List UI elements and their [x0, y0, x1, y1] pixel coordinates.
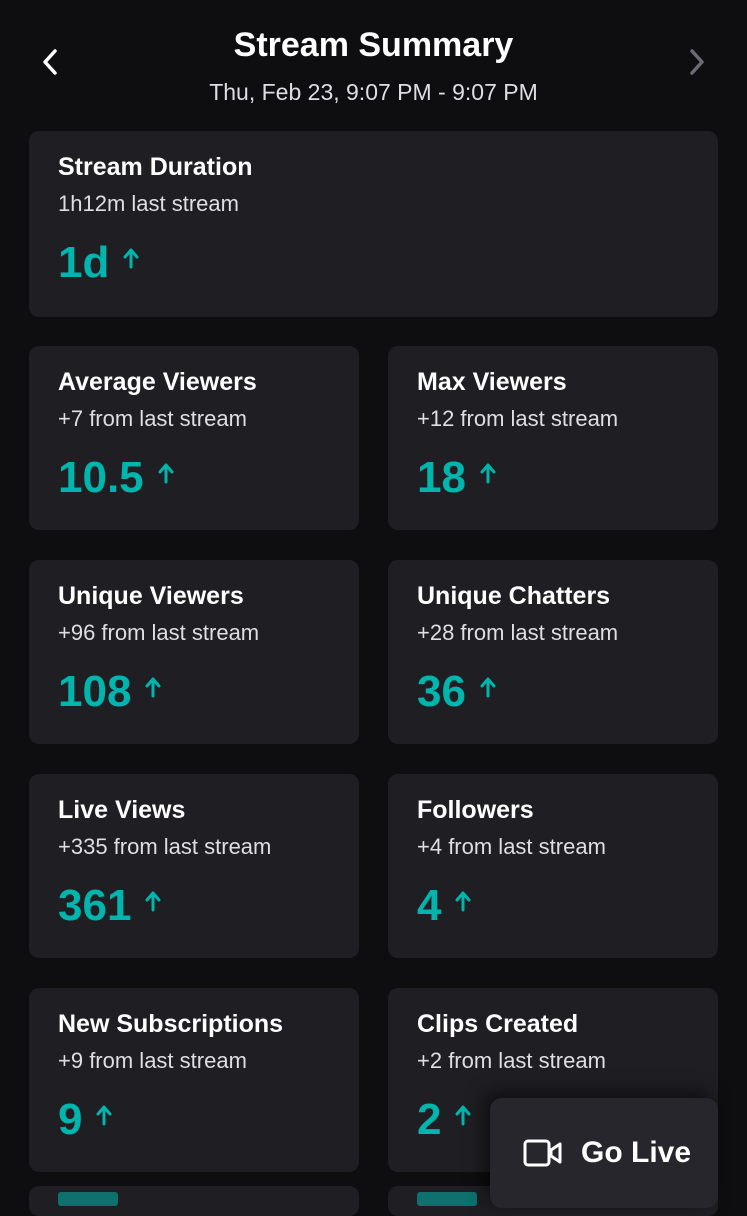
stream-time-range: Thu, Feb 23, 9:07 PM - 9:07 PM	[209, 79, 538, 105]
stat-label: Stream Duration	[58, 153, 253, 181]
stat-value: 2	[417, 1095, 442, 1144]
arrow-up-icon	[96, 1104, 112, 1126]
stat-label: Average Viewers	[58, 368, 257, 396]
stat-comparison: +9 from last stream	[58, 1048, 247, 1073]
video-camera-icon	[523, 1139, 562, 1167]
stat-card-max-viewers: Max Viewers +12 from last stream 18	[388, 346, 718, 530]
stat-card-peek	[29, 1186, 359, 1216]
stat-label: Unique Viewers	[58, 582, 244, 610]
stat-label: Clips Created	[417, 1010, 579, 1038]
stat-card-average-viewers: Average Viewers +7 from last stream 10.5	[29, 346, 359, 530]
stat-comparison: +4 from last stream	[417, 834, 606, 859]
stat-comparison: +28 from last stream	[417, 620, 619, 645]
stat-value-peek	[417, 1192, 477, 1206]
arrow-up-icon	[480, 462, 496, 484]
go-live-label: Go Live	[581, 1136, 692, 1169]
stat-value: 18	[417, 453, 466, 502]
stat-value: 4	[417, 881, 442, 930]
go-live-button[interactable]: Go Live	[490, 1098, 718, 1208]
chevron-right-icon	[690, 49, 704, 75]
stat-label: Followers	[417, 796, 534, 824]
stat-value: 10.5	[58, 453, 144, 502]
stat-value: 36	[417, 667, 466, 716]
stat-card-stream-duration: Stream Duration 1h12m last stream 1d	[29, 131, 718, 317]
arrow-up-icon	[455, 1104, 471, 1126]
stat-value: 1d	[58, 238, 110, 287]
stat-label: Unique Chatters	[417, 582, 611, 610]
stat-comparison: +2 from last stream	[417, 1048, 606, 1073]
stat-comparison: +335 from last stream	[58, 834, 272, 859]
stat-comparison: +12 from last stream	[417, 406, 619, 431]
stat-value-peek	[58, 1192, 118, 1206]
stat-card-live-views: Live Views +335 from last stream 361	[29, 774, 359, 958]
arrow-up-icon	[158, 462, 174, 484]
arrow-up-icon	[145, 676, 161, 698]
stat-card-unique-chatters: Unique Chatters +28 from last stream 36	[388, 560, 718, 744]
stat-comparison: +96 from last stream	[58, 620, 260, 645]
stat-comparison: 1h12m last stream	[58, 191, 239, 216]
stat-value: 361	[58, 881, 132, 930]
stat-card-followers: Followers +4 from last stream 4	[388, 774, 718, 958]
stat-label: Max Viewers	[417, 368, 567, 396]
stat-card-new-subscriptions: New Subscriptions +9 from last stream 9	[29, 988, 359, 1172]
stat-value: 108	[58, 667, 132, 716]
stat-card-unique-viewers: Unique Viewers +96 from last stream 108	[29, 560, 359, 744]
arrow-up-icon	[123, 247, 139, 269]
page-title: Stream Summary	[233, 26, 514, 64]
stat-value: 9	[58, 1095, 83, 1144]
stat-label: New Subscriptions	[58, 1010, 284, 1038]
arrow-up-icon	[145, 890, 161, 912]
stat-label: Live Views	[58, 796, 186, 824]
arrow-up-icon	[480, 676, 496, 698]
stat-comparison: +7 from last stream	[58, 406, 247, 431]
forward-button[interactable]	[677, 40, 717, 84]
arrow-up-icon	[455, 890, 471, 912]
header: Stream Summary Thu, Feb 23, 9:07 PM - 9:…	[0, 0, 747, 130]
